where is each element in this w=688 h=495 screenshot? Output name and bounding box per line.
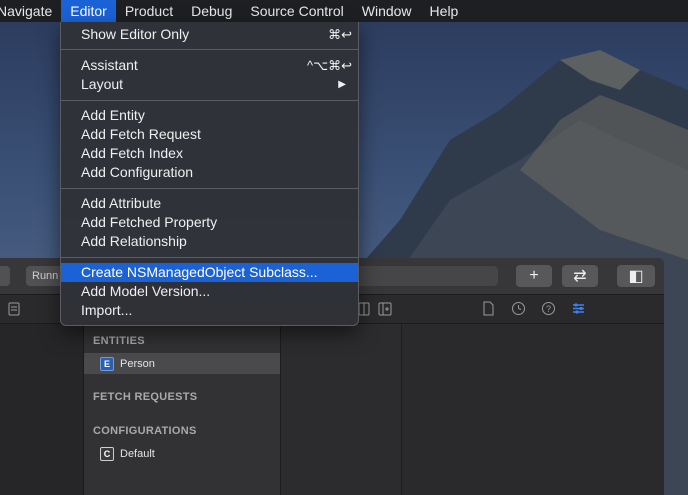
- entities-header: ENTITIES: [93, 335, 145, 347]
- add-editor-icon[interactable]: [378, 302, 392, 316]
- configurations-header: CONFIGURATIONS: [93, 425, 197, 437]
- menu-item-add-entity[interactable]: Add Entity: [61, 106, 358, 125]
- navigator-pane: [0, 324, 84, 495]
- code-review-button[interactable]: ⇄: [562, 265, 598, 287]
- toggle-inspector-button[interactable]: ◧: [617, 265, 655, 287]
- model-outline: ENTITIES E Person FETCH REQUESTS CONFIGU…: [84, 324, 281, 495]
- menu-navigate[interactable]: Navigate: [0, 0, 61, 22]
- menu-item-add-fetch-index[interactable]: Add Fetch Index: [61, 144, 358, 163]
- menu-item-label: Add Attribute: [81, 195, 162, 211]
- menu-item-label: Add Relationship: [81, 233, 187, 249]
- menu-window[interactable]: Window: [353, 0, 421, 22]
- menu-item-label: Add Fetched Property: [81, 214, 218, 230]
- fetch-requests-header: FETCH REQUESTS: [93, 391, 198, 403]
- menu-item-create-nsmanagedobject-subclass[interactable]: Create NSManagedObject Subclass...: [61, 263, 358, 282]
- file-inspector-icon[interactable]: [482, 301, 494, 316]
- menu-item-add-relationship[interactable]: Add Relationship: [61, 232, 358, 251]
- menu-separator: [61, 188, 358, 189]
- menu-separator: [61, 49, 358, 50]
- help-inspector-icon[interactable]: ?: [541, 301, 556, 316]
- menu-item-add-model-version[interactable]: Add Model Version...: [61, 282, 358, 301]
- menu-item-label: Add Configuration: [81, 164, 194, 180]
- history-inspector-icon[interactable]: [511, 301, 526, 316]
- configuration-name: Default: [120, 447, 155, 460]
- menu-item-assistant[interactable]: Assistant ^⌥⌘↩: [61, 56, 358, 75]
- menu-separator: [61, 100, 358, 101]
- menu-item-label: Add Fetch Request: [81, 126, 201, 142]
- menu-item-label: Layout: [81, 76, 124, 92]
- menu-item-add-attribute[interactable]: Add Attribute: [61, 194, 358, 213]
- menu-item-add-fetch-request[interactable]: Add Fetch Request: [61, 125, 358, 144]
- menu-bar: Navigate Editor Product Debug Source Con…: [0, 0, 688, 22]
- entity-row-person[interactable]: E Person: [84, 353, 280, 374]
- shortcut-label: ⌘↩: [328, 27, 352, 42]
- plus-icon: +: [529, 267, 539, 284]
- attributes-inspector-icon[interactable]: [571, 301, 586, 316]
- menu-item-label: Assistant: [81, 57, 138, 73]
- submenu-arrow-icon: ▶: [338, 79, 346, 90]
- menu-debug[interactable]: Debug: [182, 0, 241, 22]
- menu-product[interactable]: Product: [116, 0, 182, 22]
- editor-pane: [281, 324, 402, 495]
- scheme-selector[interactable]: .): [0, 266, 10, 286]
- document-list-icon[interactable]: [8, 302, 20, 316]
- layout-split-icon[interactable]: [358, 302, 370, 316]
- menu-item-label: Import...: [81, 302, 133, 318]
- svg-text:?: ?: [546, 304, 551, 314]
- menu-item-label: Create NSManagedObject Subclass...: [81, 264, 318, 280]
- menu-editor[interactable]: Editor: [61, 0, 116, 22]
- entity-name: Person: [120, 357, 155, 370]
- menu-help[interactable]: Help: [421, 0, 468, 22]
- sidebar-panel-icon: ◧: [628, 268, 644, 285]
- swap-arrows-icon: ⇄: [573, 268, 587, 285]
- inspector-pane: [403, 324, 664, 495]
- entity-badge: E: [100, 356, 114, 371]
- menu-separator: [61, 257, 358, 258]
- shortcut-label: ^⌥⌘↩: [307, 58, 352, 73]
- menu-item-label: Add Model Version...: [81, 283, 211, 299]
- menu-item-add-configuration[interactable]: Add Configuration: [61, 163, 358, 182]
- menu-item-add-fetched-property[interactable]: Add Fetched Property: [61, 213, 358, 232]
- menu-item-label: Add Entity: [81, 107, 145, 123]
- menu-item-show-editor-only[interactable]: Show Editor Only ⌘↩: [61, 25, 358, 44]
- menu-item-layout[interactable]: Layout ▶: [61, 75, 358, 94]
- editor-menu-dropdown: Show Editor Only ⌘↩ Assistant ^⌥⌘↩ Layou…: [60, 22, 359, 326]
- configuration-row-default[interactable]: C Default: [84, 443, 280, 464]
- menu-item-label: Show Editor Only: [81, 26, 190, 42]
- configuration-badge: C: [100, 446, 114, 461]
- library-button[interactable]: +: [516, 265, 552, 287]
- menu-item-import[interactable]: Import...: [61, 301, 358, 320]
- menu-source-control[interactable]: Source Control: [241, 0, 352, 22]
- menu-item-label: Add Fetch Index: [81, 145, 183, 161]
